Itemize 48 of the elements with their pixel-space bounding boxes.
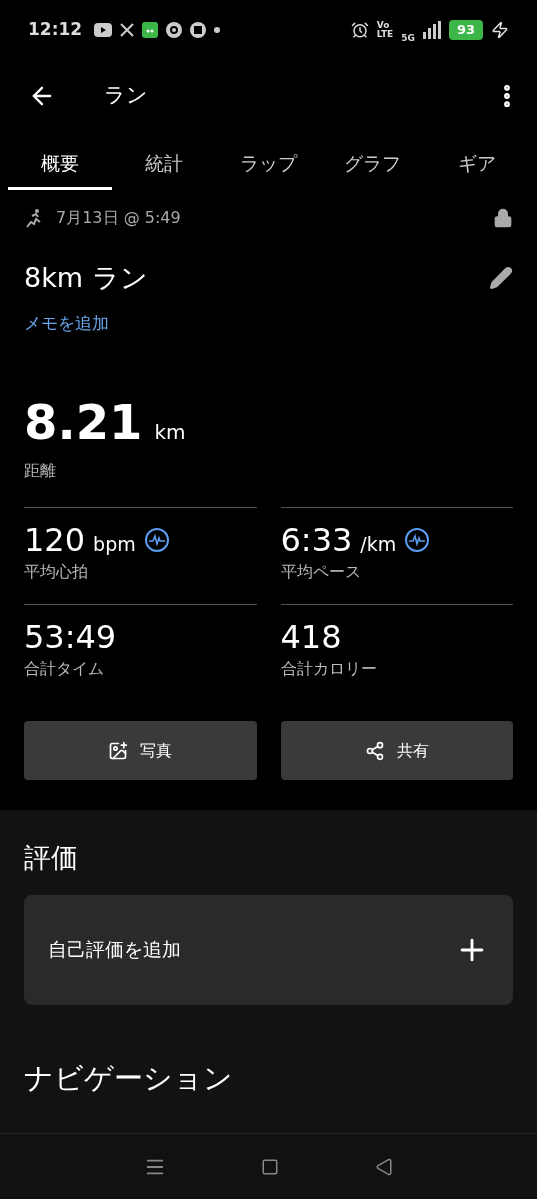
stat-label: 平均ペース xyxy=(280,561,362,583)
back-nav-icon[interactable] xyxy=(375,1157,394,1176)
activity-chart-icon[interactable] xyxy=(143,527,170,553)
page-title: ラン xyxy=(104,82,148,110)
tab[interactable]: グラフ xyxy=(320,132,425,190)
stat-label: 平均心拍 xyxy=(24,561,89,583)
share-icon xyxy=(364,740,385,761)
home-button[interactable] xyxy=(261,1157,280,1176)
distance-label: 距離 xyxy=(23,460,57,482)
x-icon xyxy=(120,23,135,37)
tab[interactable]: ラップ xyxy=(216,132,321,190)
tab[interactable]: 概要 xyxy=(8,132,113,190)
stat-value: 418 xyxy=(280,617,342,657)
charging-icon xyxy=(491,21,509,39)
edit-icon[interactable] xyxy=(489,266,513,291)
alarm-icon xyxy=(350,21,369,39)
app-icon xyxy=(142,22,159,38)
clock-time: 12:12 xyxy=(28,18,83,42)
stat-label: 合計カロリー xyxy=(280,658,378,680)
share-button[interactable]: 共有 xyxy=(280,721,513,780)
circle-app-icon xyxy=(190,22,207,38)
play-icon xyxy=(94,23,113,37)
lock-icon[interactable] xyxy=(493,208,513,228)
add-memo-link[interactable]: メモを追加 xyxy=(0,310,133,336)
activity-title: 8km ラン xyxy=(24,261,148,295)
add-photo-icon xyxy=(108,740,129,761)
stat-unit: bpm xyxy=(93,531,136,557)
photo-button[interactable]: 写真 xyxy=(24,721,257,780)
navigation-heading: ナビゲーション xyxy=(24,1059,234,1097)
activity-date: 7月13日 @ 5:49 xyxy=(56,207,181,229)
circle-app-icon xyxy=(166,22,183,38)
stat-unit: /km xyxy=(360,531,397,557)
dot-icon xyxy=(214,27,221,33)
stat-value: 120 xyxy=(24,520,86,560)
signal-icon xyxy=(422,21,441,39)
battery-level: 93 xyxy=(448,20,483,40)
activity-chart-icon[interactable] xyxy=(404,527,431,553)
distance-value: 8.21 xyxy=(24,398,143,446)
stat-label: 合計タイム xyxy=(24,658,105,680)
rating-heading: 評価 xyxy=(24,841,79,875)
network-label: 5G xyxy=(401,32,415,46)
tab[interactable]: ギア xyxy=(424,132,529,190)
stat-value: 6:33 xyxy=(280,520,353,560)
volte-indicator: Vo LTE xyxy=(376,21,394,39)
tab[interactable]: 統計 xyxy=(112,132,217,190)
stat-value: 53:49 xyxy=(24,617,117,657)
distance-unit: km xyxy=(154,419,186,446)
add-rating-button[interactable]: 自己評価を追加 xyxy=(24,894,513,1005)
